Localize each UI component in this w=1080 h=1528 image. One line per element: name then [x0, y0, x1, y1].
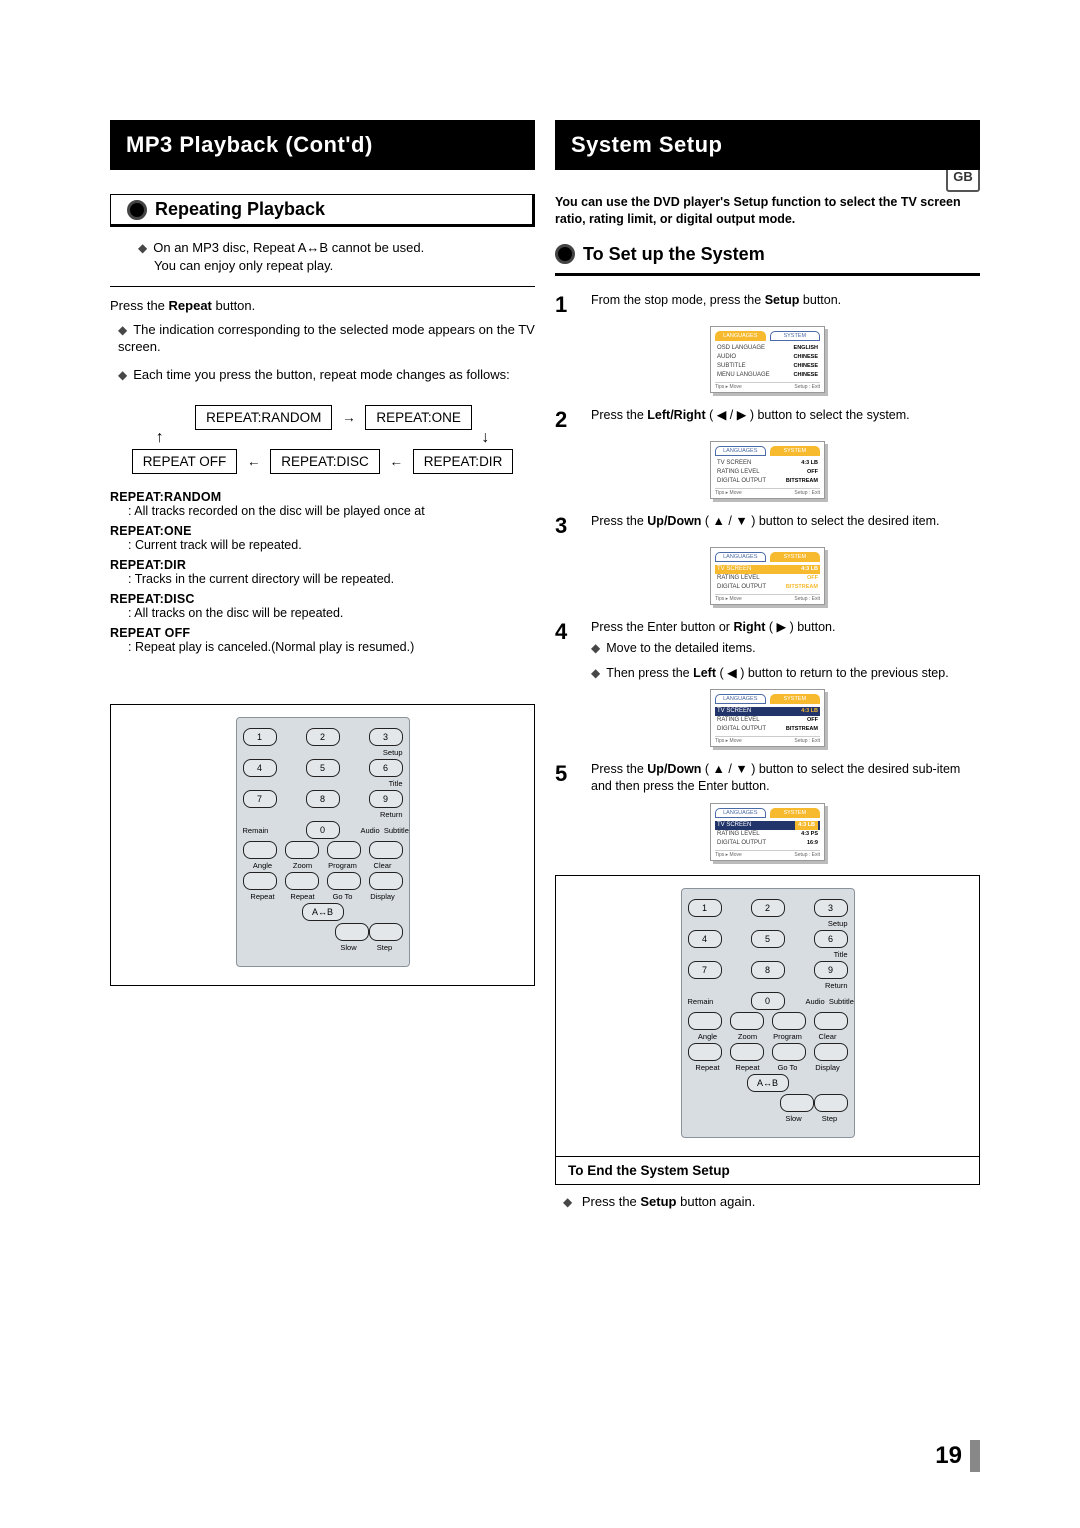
- bullet-indication: ◆The indication corresponding to the sel…: [118, 321, 535, 356]
- diamond-icon: ◆: [118, 367, 127, 383]
- diamond-icon: ◆: [591, 665, 600, 681]
- page-tab-icon: [970, 1440, 980, 1472]
- intro-text: You can use the DVD player's Setup funct…: [555, 194, 980, 228]
- diamond-icon: ◆: [591, 640, 600, 656]
- right-column: System Setup You can use the DVD player'…: [555, 120, 980, 1211]
- remote-control-illustration: 123 Setup 456 Title 789 Return Remain 0 …: [236, 717, 410, 967]
- repeat-flow-diagram: REPEAT:RANDOM → REPEAT:ONE ↑ ↓ REPEAT OF…: [110, 403, 535, 476]
- press-repeat: Press the Repeat button.: [110, 297, 535, 315]
- bullet-icon: [127, 200, 147, 220]
- step-2: 2 Press the Left/Right ( ◀ / ▶ ) button …: [555, 407, 980, 433]
- bullet-each-time: ◆Each time you press the button, repeat …: [118, 366, 535, 384]
- step-4: 4 Press the Enter button or Right ( ▶ ) …: [555, 619, 980, 682]
- step-1: 1 From the stop mode, press the Setup bu…: [555, 292, 980, 318]
- left-section-box: Repeating Playback: [110, 194, 535, 227]
- right-section-row: To Set up the System: [555, 244, 980, 265]
- end-system-setup-title: To End the System Setup: [556, 1156, 979, 1184]
- diamond-icon: ◆: [118, 322, 127, 338]
- end-box: 123 Setup 456 Title 789 Return Remain 0 …: [555, 875, 980, 1185]
- bullet-icon: [555, 244, 575, 264]
- remote-control-illustration-2: 123 Setup 456 Title 789 Return Remain 0 …: [681, 888, 855, 1138]
- note-line-2: You can enjoy only repeat play.: [154, 257, 535, 275]
- left-section-title: Repeating Playback: [155, 199, 325, 220]
- remote-illustration-box: 123 Setup 456 Title 789 Return Remain 0 …: [110, 704, 535, 986]
- step-5: 5 Press the Up/Down ( ▲ / ▼ ) button to …: [555, 761, 980, 795]
- manual-page: GB MP3 Playback (Cont'd) Repeating Playb…: [0, 0, 1080, 1528]
- left-header: MP3 Playback (Cont'd): [110, 120, 535, 170]
- screen-1: LANGUAGES SYSTEM OSD LANGUAGEENGLISH AUD…: [555, 326, 980, 393]
- divider: [110, 286, 535, 287]
- screen-4: LANGUAGES SYSTEM TV SCREEN4:3 LB RATING …: [555, 689, 980, 747]
- right-section-title: To Set up the System: [583, 244, 765, 265]
- screen-3: LANGUAGES SYSTEM TV SCREEN4:3 LB RATING …: [555, 547, 980, 605]
- left-column: MP3 Playback (Cont'd) Repeating Playback…: [110, 120, 535, 1211]
- diamond-icon: ◆: [563, 1194, 572, 1210]
- right-header: System Setup: [555, 120, 980, 170]
- diamond-icon: ◆: [138, 240, 147, 256]
- section-underline: [555, 269, 980, 276]
- end-text: ◆ Press the Setup button again.: [563, 1193, 980, 1211]
- screen-5: LANGUAGES SYSTEM TV SCREEN4:3 LB RATING …: [555, 803, 980, 861]
- note-line: ◆On an MP3 disc, Repeat A↔B cannot be us…: [138, 239, 535, 257]
- page-number: 19: [935, 1440, 980, 1472]
- step-3: 3 Press the Up/Down ( ▲ / ▼ ) button to …: [555, 513, 980, 539]
- screen-2: LANGUAGES SYSTEM TV SCREEN4:3 LB RATING …: [555, 441, 980, 499]
- definitions-list: REPEAT:RANDOM: All tracks recorded on th…: [110, 490, 535, 654]
